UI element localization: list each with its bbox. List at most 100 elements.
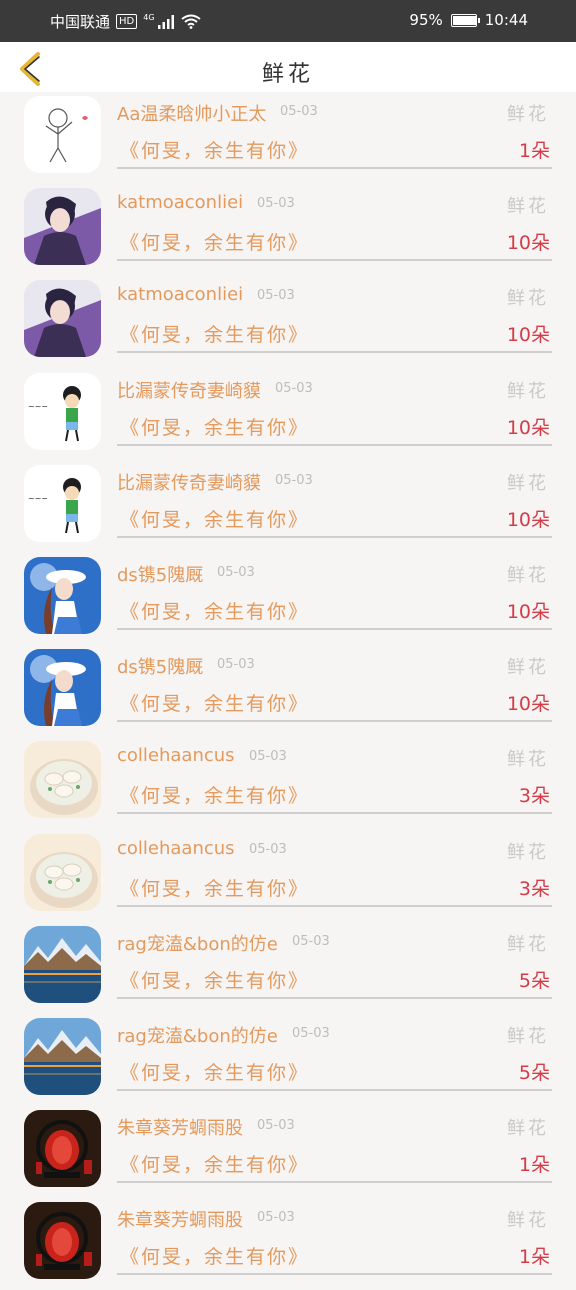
status-bar-left: 中国联通 HD 4G xyxy=(50,11,201,32)
gift-record-row[interactable]: ds镌5隗厩 05-03 鲜花 《何旻，余生有你》 10朵 xyxy=(0,645,576,737)
row-divider xyxy=(117,996,552,999)
gift-record-row[interactable]: rag宠溘&bon的仿e 05-03 鲜花 《何旻，余生有你》 5朵 xyxy=(0,922,576,1014)
avatar-cartoon-kid-image: ~~~ xyxy=(24,372,101,450)
gift-type-label: 鲜花 xyxy=(507,380,549,402)
gift-record-row[interactable]: rag宠溘&bon的仿e 05-03 鲜花 《何旻，余生有你》 5朵 xyxy=(0,1014,576,1106)
user-avatar[interactable] xyxy=(24,280,101,358)
gift-record-row[interactable]: katmoaconliei 05-03 鲜花 《何旻，余生有你》 10朵 xyxy=(0,184,576,276)
gift-type-label: 鲜花 xyxy=(507,288,549,310)
user-avatar[interactable]: ~~~ xyxy=(24,372,101,450)
dedication-message: 《何旻，余生有你》 xyxy=(120,324,310,347)
avatar-anime-boy-image xyxy=(24,188,101,266)
gift-type-label: 鲜花 xyxy=(507,472,549,494)
avatar-dumpling-bowl-image xyxy=(24,741,101,819)
send-date: 05-03 xyxy=(249,749,287,765)
gift-record-row[interactable]: ds镌5隗厩 05-03 鲜花《何旻，余生有你》 10朵 xyxy=(0,553,576,645)
flower-count: 10朵 xyxy=(506,693,550,716)
sender-name[interactable]: 比漏蒙传奇妻崎貘 xyxy=(117,377,261,403)
dedication-message: 《何旻，余生有你》 xyxy=(120,1061,310,1084)
row-divider xyxy=(117,720,552,723)
send-date: 05-03 xyxy=(292,933,330,949)
gift-type-label: 鲜花 xyxy=(507,1210,549,1232)
row-divider xyxy=(117,1181,552,1184)
sender-name[interactable]: ds镌5隗厩 xyxy=(117,561,203,587)
user-avatar[interactable] xyxy=(24,925,101,1003)
user-avatar[interactable] xyxy=(24,833,101,911)
gift-type-label: 鲜花 xyxy=(507,564,549,586)
status-bar-right: 95% 10:44 xyxy=(409,11,528,29)
user-avatar[interactable] xyxy=(24,741,101,819)
dedication-message: 《何旻，余生有你》 xyxy=(120,600,310,623)
app-header: 鲜花 xyxy=(0,42,576,92)
send-date: 05-03 xyxy=(257,288,295,304)
user-avatar[interactable] xyxy=(24,1017,101,1095)
user-avatar[interactable] xyxy=(24,649,101,727)
row-divider xyxy=(117,627,552,630)
dedication-message: 《何旻，余生有你》 xyxy=(120,877,310,900)
send-date: 05-03 xyxy=(217,657,255,673)
user-avatar[interactable] xyxy=(24,1202,101,1280)
flower-count: 10朵 xyxy=(506,508,550,531)
gift-record-row[interactable]: Aa温柔晗帅小正太 05-03 鲜花 《何旻，余生有你》 1朵 xyxy=(0,92,576,184)
flower-count: 10朵 xyxy=(506,416,550,439)
avatar-dumpling-bowl-image xyxy=(24,833,101,911)
row-divider xyxy=(117,259,552,262)
status-bar: 中国联通 HD 4G 95% 10:44 xyxy=(0,0,576,42)
gift-record-row[interactable]: 朱章葵芳蜩雨股 05-03 鲜花 《何旻，余生有你》 1朵 xyxy=(0,1198,576,1290)
avatar-mountain-lake-image xyxy=(24,925,101,1003)
gift-type-label: 鲜花 xyxy=(507,1118,549,1140)
svg-text:~~~: ~~~ xyxy=(28,494,48,503)
sender-name[interactable]: rag宠溘&bon的仿e xyxy=(117,930,278,956)
send-date: 05-03 xyxy=(257,1118,295,1134)
wifi-icon xyxy=(180,14,201,29)
row-divider xyxy=(117,167,552,169)
user-avatar[interactable] xyxy=(24,188,101,266)
gift-record-row[interactable]: 朱章葵芳蜩雨股 05-03 鲜花《何旻，余生有你》 1朵 xyxy=(0,1106,576,1198)
gift-record-row[interactable]: collehaancus 05-03 鲜花 《何旻，余生有你》 3朵 xyxy=(0,737,576,829)
gift-record-row[interactable]: ~~~ 比漏蒙传奇妻崎貘 05-03 鲜花《何旻，余生有你》 10朵 xyxy=(0,369,576,461)
gift-record-row[interactable]: ~~~ 比漏蒙传奇妻崎貘 05-03 鲜花 《何旻，余生有你》 10朵 xyxy=(0,461,576,553)
gift-type-label: 鲜花 xyxy=(507,1025,549,1047)
sender-name[interactable]: katmoaconliei xyxy=(117,284,243,305)
send-date: 05-03 xyxy=(275,472,313,488)
sender-name[interactable]: rag宠溘&bon的仿e xyxy=(117,1022,278,1048)
avatar-mountain-lake-image xyxy=(24,1017,101,1095)
flower-count: 1朵 xyxy=(518,1154,550,1177)
sender-name[interactable]: collehaancus xyxy=(117,745,235,766)
gift-record-row[interactable]: katmoaconliei 05-03 鲜花《何旻，余生有你》 10朵 xyxy=(0,276,576,368)
dedication-message: 《何旻，余生有你》 xyxy=(120,693,310,716)
send-date: 05-03 xyxy=(275,380,313,396)
sender-name[interactable]: 朱章葵芳蜩雨股 xyxy=(117,1114,243,1140)
gift-record-list: Aa温柔晗帅小正太 05-03 鲜花 《何旻，余生有你》 1朵 katmoaconliei… xyxy=(0,92,576,1290)
sender-name[interactable]: 朱章葵芳蜩雨股 xyxy=(117,1206,243,1232)
dedication-message: 《何旻，余生有你》 xyxy=(120,1154,310,1177)
flower-count: 3朵 xyxy=(518,785,550,808)
dedication-message: 《何旻，余生有你》 xyxy=(120,416,310,439)
user-avatar[interactable]: ~~~ xyxy=(24,464,101,542)
user-avatar[interactable] xyxy=(24,556,101,634)
flower-count: 5朵 xyxy=(518,1061,550,1084)
battery-percent: 95% xyxy=(409,11,443,29)
gift-record-row[interactable]: collehaancus 05-03 鲜花 《何旻，余生有你》 3朵 xyxy=(0,830,576,922)
sender-name[interactable]: Aa温柔晗帅小正太 xyxy=(117,100,266,126)
user-avatar[interactable] xyxy=(24,1110,101,1188)
flower-count: 1朵 xyxy=(518,1246,550,1269)
carrier-label: 中国联通 xyxy=(50,13,111,31)
user-avatar[interactable] xyxy=(24,96,101,173)
row-divider xyxy=(117,904,552,907)
clock: 10:44 xyxy=(484,11,528,29)
send-date: 05-03 xyxy=(217,564,255,580)
avatar-red-lantern-image xyxy=(24,1110,101,1188)
page-title: 鲜花 xyxy=(261,62,314,87)
sender-name[interactable]: 比漏蒙传奇妻崎貘 xyxy=(117,469,261,495)
hd-badge: HD xyxy=(116,14,138,29)
sender-name[interactable]: ds镌5隗厩 xyxy=(117,653,203,679)
flower-count: 10朵 xyxy=(506,600,550,623)
gift-type-label: 鲜花 xyxy=(507,196,549,218)
sender-name[interactable]: collehaancus xyxy=(117,838,235,859)
flower-count: 3朵 xyxy=(518,877,550,900)
row-divider xyxy=(117,351,552,354)
flower-count: 10朵 xyxy=(506,324,550,347)
send-date: 05-03 xyxy=(257,196,295,212)
sender-name[interactable]: katmoaconliei xyxy=(117,192,243,213)
